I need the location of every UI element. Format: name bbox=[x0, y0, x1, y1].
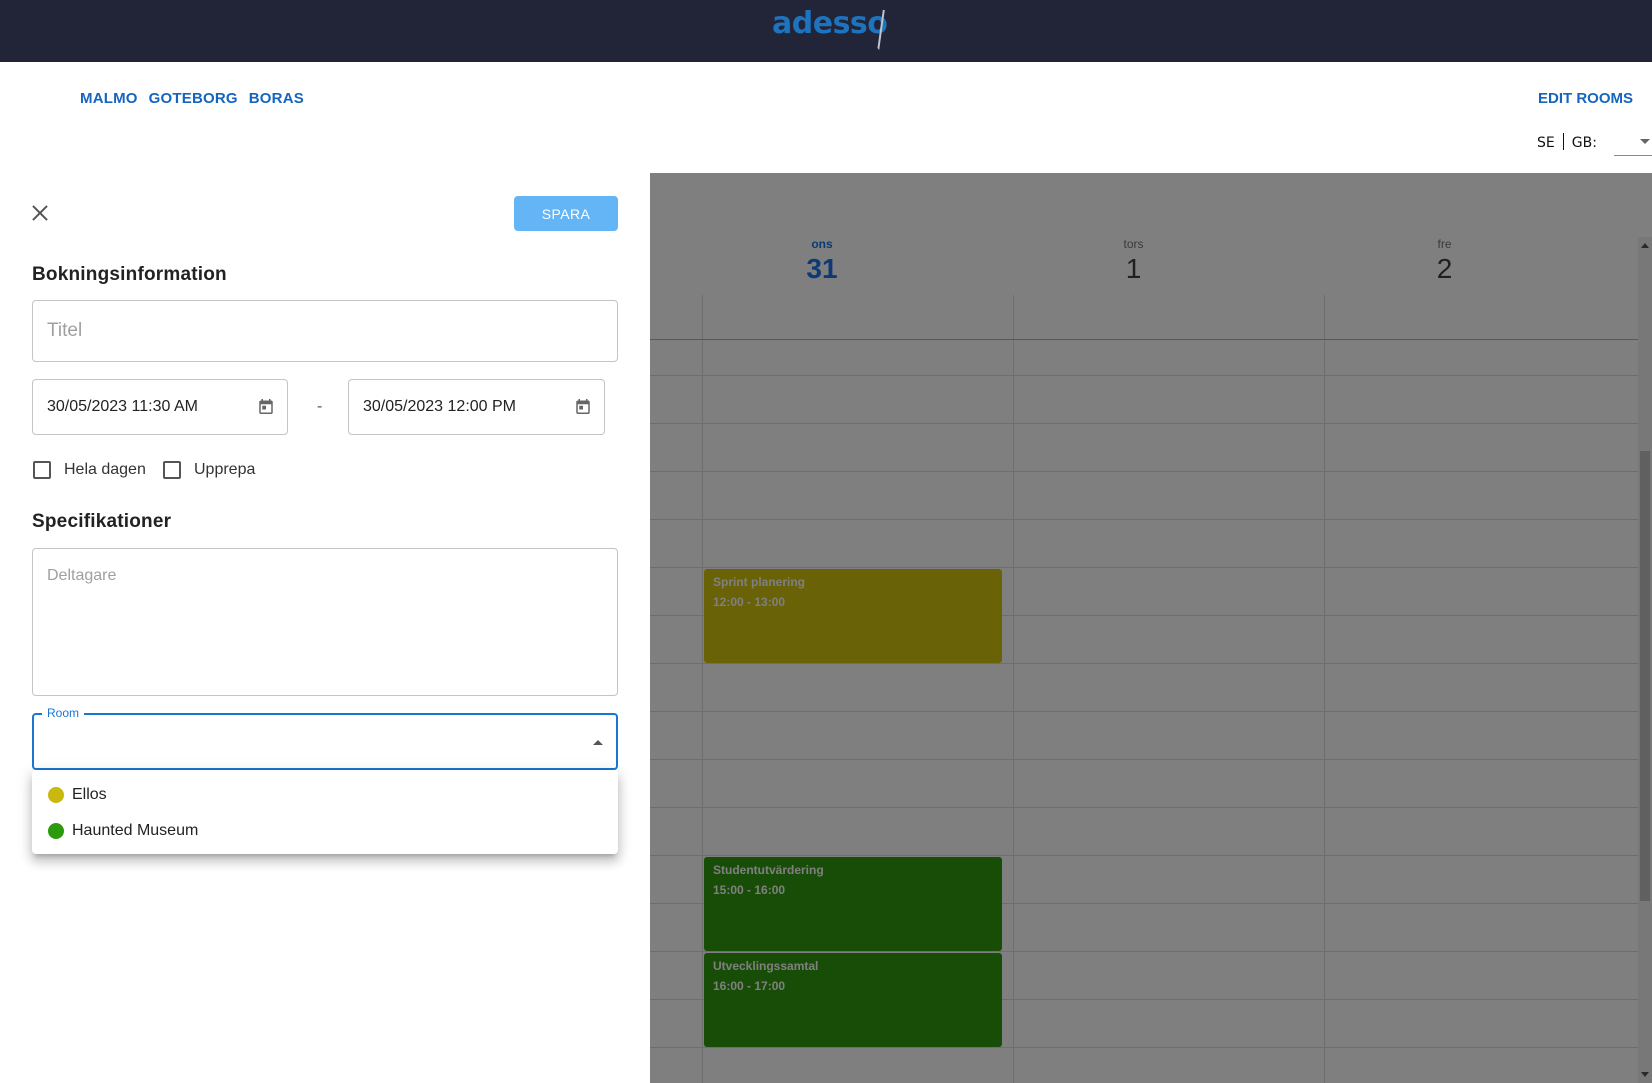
date-range-separator: - bbox=[317, 398, 323, 415]
room-option-label: Haunted Museum bbox=[72, 822, 199, 839]
lang-gb[interactable]: GB: bbox=[1572, 135, 1597, 151]
triangle-up-icon[interactable] bbox=[593, 740, 603, 745]
all-day-checkbox[interactable] bbox=[33, 461, 51, 479]
modal-backdrop[interactable] bbox=[650, 173, 1652, 1083]
city-link-goteborg[interactable]: GOTEBORG bbox=[149, 90, 238, 107]
start-datetime-field[interactable] bbox=[32, 379, 288, 435]
select-caret-icon bbox=[1640, 139, 1650, 144]
all-day-label: Hela dagen bbox=[64, 461, 146, 478]
specifications-heading: Specifikationer bbox=[32, 511, 172, 532]
title-input[interactable] bbox=[47, 301, 603, 361]
edit-rooms-link[interactable]: EDIT ROOMS bbox=[1538, 90, 1633, 107]
all-day-checkbox-row[interactable]: Hela dagen bbox=[33, 461, 146, 479]
lang-separator bbox=[1562, 133, 1564, 150]
participants-field[interactable] bbox=[32, 548, 618, 696]
repeat-checkbox[interactable] bbox=[163, 461, 181, 479]
room-dropdown-menu: Ellos Haunted Museum bbox=[32, 770, 618, 854]
language-select[interactable] bbox=[1614, 132, 1652, 156]
close-icon[interactable] bbox=[30, 203, 50, 223]
start-datetime-input[interactable] bbox=[47, 380, 273, 434]
city-link-boras[interactable]: BORAS bbox=[249, 90, 304, 107]
city-link-malmo[interactable]: MALMO bbox=[80, 90, 138, 107]
end-datetime-input[interactable] bbox=[363, 380, 590, 434]
booking-drawer: SPARA Bokningsinformation - Hela dagen U… bbox=[0, 173, 650, 1083]
language-switcher: SE GB: bbox=[1537, 133, 1597, 151]
save-button[interactable]: SPARA bbox=[514, 196, 618, 231]
room-color-dot bbox=[48, 823, 64, 839]
booking-info-heading: Bokningsinformation bbox=[32, 264, 227, 285]
end-datetime-field[interactable] bbox=[348, 379, 605, 435]
repeat-checkbox-row[interactable]: Upprepa bbox=[163, 461, 255, 479]
room-option-ellos[interactable]: Ellos bbox=[32, 777, 618, 813]
room-option-haunted-museum[interactable]: Haunted Museum bbox=[32, 813, 618, 849]
repeat-label: Upprepa bbox=[194, 461, 256, 478]
room-label: Room bbox=[42, 706, 85, 720]
calendar-icon[interactable] bbox=[257, 397, 275, 416]
calendar-icon[interactable] bbox=[574, 397, 592, 416]
title-field[interactable] bbox=[32, 300, 618, 362]
top-bar: adesso bbox=[0, 0, 1652, 62]
room-select[interactable]: Room bbox=[32, 706, 618, 770]
city-nav: MALMO GOTEBORG BORAS bbox=[80, 90, 304, 107]
participants-input[interactable] bbox=[47, 567, 603, 677]
room-color-dot bbox=[48, 787, 64, 803]
room-option-label: Ellos bbox=[72, 786, 107, 803]
lang-se[interactable]: SE bbox=[1537, 135, 1555, 151]
